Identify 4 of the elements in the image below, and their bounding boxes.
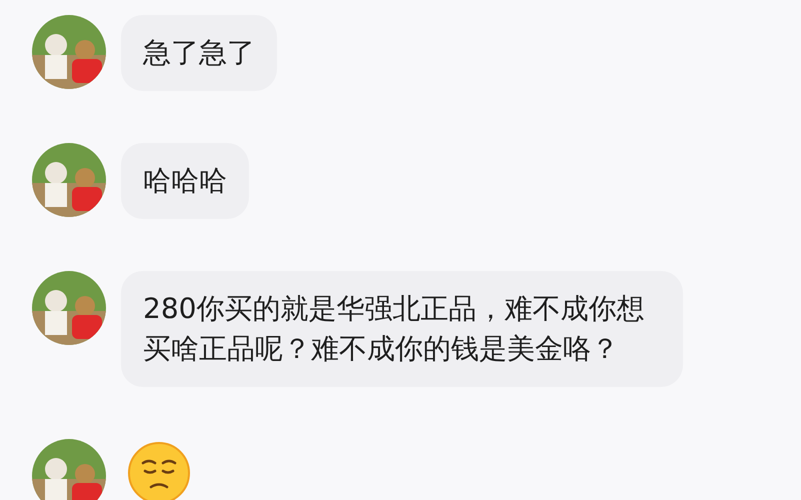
message-bubble: 急了急了	[121, 15, 277, 91]
message-bubble: 280你买的就是华强北正品，难不成你想买啥正品呢？难不成你的钱是美金咯？	[121, 271, 683, 387]
message-bubble: 哈哈哈	[121, 143, 249, 219]
sad-face-icon	[127, 441, 191, 500]
